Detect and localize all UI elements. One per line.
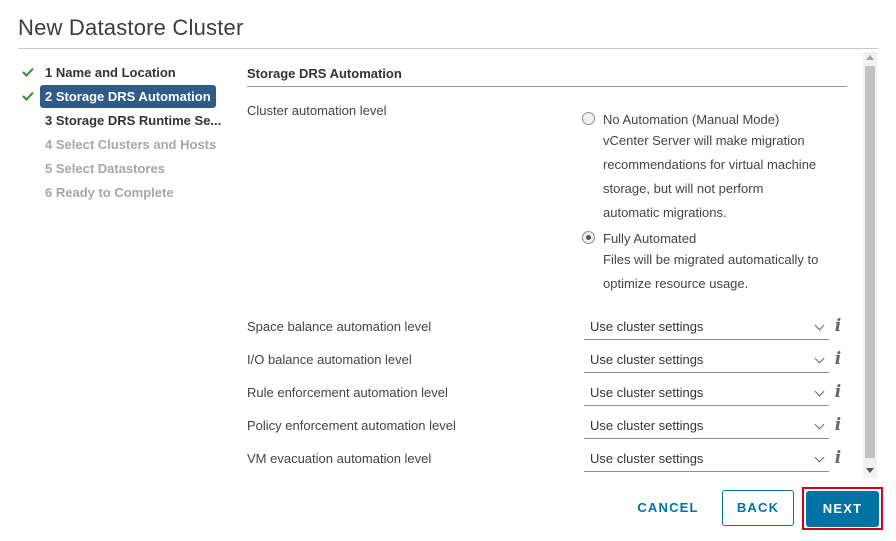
step-ready-to-complete: 6 Ready to Complete	[22, 180, 232, 204]
back-button[interactable]: BACK	[722, 490, 794, 526]
step-content: Storage DRS Automation Cluster automatio…	[247, 60, 847, 472]
policy-enforcement-row: Policy enforcement automation level Use …	[247, 413, 847, 439]
space-balance-select[interactable]: Use cluster settings	[584, 314, 829, 340]
setting-label: Policy enforcement automation level	[247, 418, 456, 433]
chevron-down-icon	[814, 452, 825, 463]
radio-title: No Automation (Manual Mode)	[603, 112, 780, 127]
radio-description-line: automatic migrations.	[603, 205, 727, 220]
cancel-button[interactable]: CANCEL	[628, 490, 708, 526]
step-label: 2 Storage DRS Automation	[40, 84, 216, 108]
setting-label: VM evacuation automation level	[247, 451, 432, 466]
policy-enforcement-select[interactable]: Use cluster settings	[584, 413, 829, 439]
radio-description-line: recommendations for virtual machine	[603, 157, 817, 172]
info-icon[interactable]: i	[832, 382, 844, 402]
rule-enforcement-select[interactable]: Use cluster settings	[584, 380, 829, 406]
dialog-title: New Datastore Cluster	[18, 15, 244, 40]
scrollbar-thumb[interactable]	[865, 66, 875, 458]
step-storage-drs-automation[interactable]: 2 Storage DRS Automation	[22, 84, 232, 108]
select-value: Use cluster settings	[590, 418, 704, 433]
radio-description-line: storage, but will not perform	[603, 181, 764, 196]
step-select-datastores: 5 Select Datastores	[22, 156, 232, 180]
chevron-down-icon	[814, 386, 825, 397]
next-button[interactable]: NEXT	[806, 491, 879, 527]
checkmark-icon	[22, 91, 40, 101]
space-balance-row: Space balance automation level Use clust…	[247, 314, 847, 340]
select-value: Use cluster settings	[590, 319, 704, 334]
radio-button[interactable]	[582, 112, 595, 125]
radio-title: Fully Automated	[603, 231, 697, 246]
select-value: Use cluster settings	[590, 385, 704, 400]
chevron-down-icon	[814, 320, 825, 331]
wizard-steps: 1 Name and Location 2 Storage DRS Automa…	[22, 60, 232, 204]
step-label: 1 Name and Location	[45, 64, 176, 80]
radio-description-line: vCenter Server will make migration	[603, 133, 805, 148]
vm-evacuation-select[interactable]: Use cluster settings	[584, 446, 829, 472]
select-value: Use cluster settings	[590, 451, 704, 466]
step-label: 3 Storage DRS Runtime Se...	[45, 112, 222, 128]
rule-enforcement-row: Rule enforcement automation level Use cl…	[247, 380, 847, 406]
io-balance-select[interactable]: Use cluster settings	[584, 347, 829, 373]
radio-description-line: Files will be migrated automatically to	[603, 252, 819, 267]
step-name-and-location[interactable]: 1 Name and Location	[22, 60, 232, 84]
select-value: Use cluster settings	[590, 352, 704, 367]
step-storage-drs-runtime-settings[interactable]: 3 Storage DRS Runtime Se...	[22, 108, 232, 132]
step-label: 6 Ready to Complete	[45, 184, 174, 200]
io-balance-row: I/O balance automation level Use cluster…	[247, 347, 847, 373]
info-icon[interactable]: i	[832, 415, 844, 435]
radio-button-selected[interactable]	[582, 231, 595, 244]
radio-no-automation[interactable]: No Automation (Manual Mode) vCenter Serv…	[582, 110, 847, 225]
chevron-down-icon	[814, 419, 825, 430]
info-icon[interactable]: i	[832, 349, 844, 369]
section-title: Storage DRS Automation	[247, 60, 847, 87]
vertical-scrollbar[interactable]	[863, 52, 877, 478]
cluster-automation-label: Cluster automation level	[247, 103, 387, 118]
chevron-down-icon	[814, 353, 825, 364]
setting-label: Rule enforcement automation level	[247, 385, 448, 400]
step-label: 4 Select Clusters and Hosts	[45, 136, 217, 152]
step-select-clusters-and-hosts: 4 Select Clusters and Hosts	[22, 132, 232, 156]
scroll-up-arrow-icon[interactable]	[866, 55, 874, 60]
radio-fully-automated[interactable]: Fully Automated Files will be migrated a…	[582, 229, 847, 296]
vm-evacuation-row: VM evacuation automation level Use clust…	[247, 446, 847, 472]
step-label: 5 Select Datastores	[45, 160, 165, 176]
radio-description-line: optimize resource usage.	[603, 276, 749, 291]
setting-label: I/O balance automation level	[247, 352, 412, 367]
cluster-automation-radio-group: No Automation (Manual Mode) vCenter Serv…	[582, 110, 847, 300]
setting-label: Space balance automation level	[247, 319, 432, 334]
scroll-down-arrow-icon[interactable]	[866, 468, 874, 473]
info-icon[interactable]: i	[832, 316, 844, 336]
checkmark-icon	[22, 67, 40, 77]
info-icon[interactable]: i	[832, 448, 844, 468]
title-divider	[18, 48, 878, 49]
